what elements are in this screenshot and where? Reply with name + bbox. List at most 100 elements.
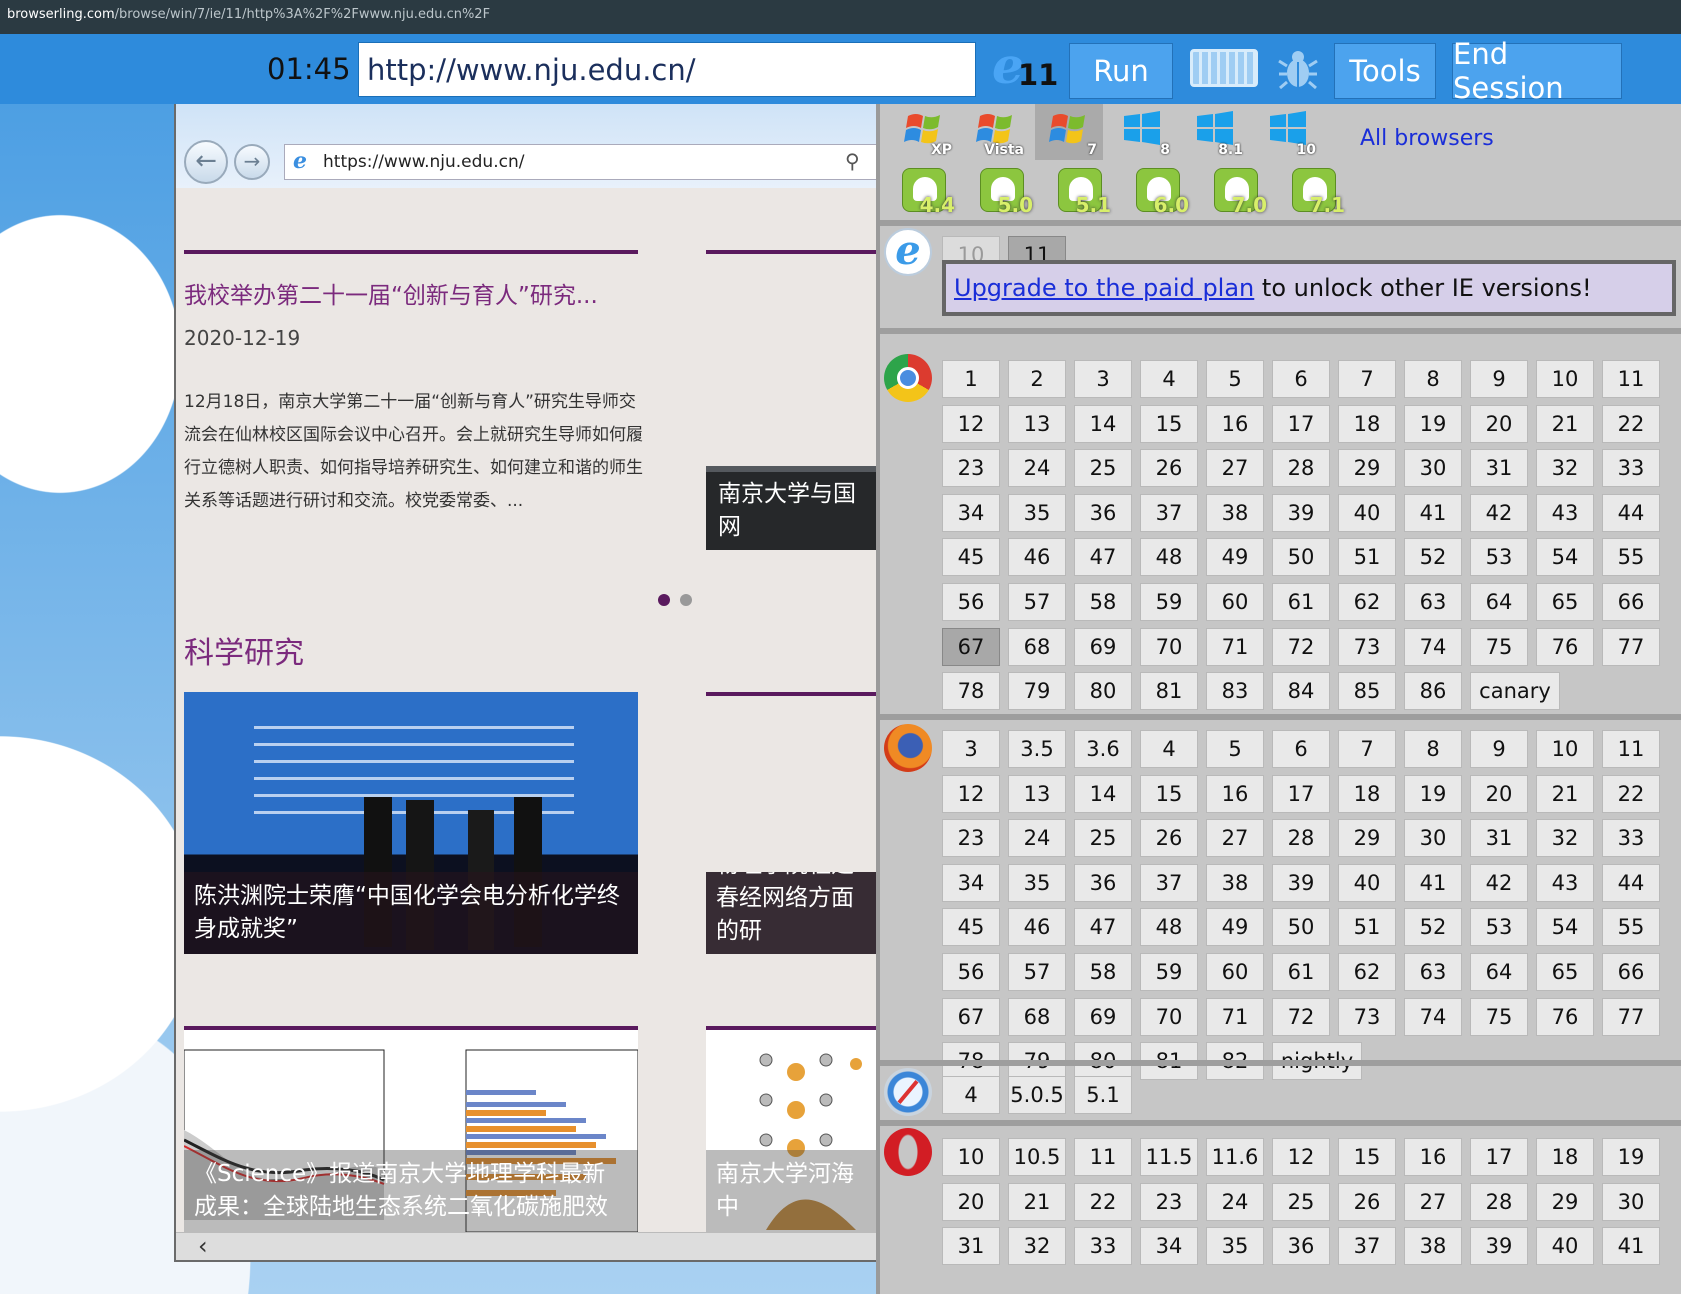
chrome-version-button[interactable]: 9	[1470, 360, 1528, 398]
android-option-5-1[interactable]: 5.1	[1058, 168, 1111, 217]
safari-version-button[interactable]: 5.0.5	[1008, 1076, 1066, 1114]
forward-icon[interactable]: →	[234, 144, 270, 180]
chrome-version-button[interactable]: 39	[1272, 493, 1330, 532]
chrome-version-button[interactable]: 22	[1602, 404, 1660, 443]
firefox-version-button[interactable]: 46	[1008, 908, 1066, 947]
os-option-7[interactable]: 7	[1035, 104, 1103, 160]
chrome-version-button[interactable]: 14	[1074, 404, 1132, 443]
firefox-version-button[interactable]: 7	[1338, 730, 1396, 768]
firefox-version-button[interactable]: 48	[1140, 908, 1198, 947]
chrome-version-button[interactable]: 32	[1536, 449, 1594, 488]
opera-version-button[interactable]: 21	[1008, 1182, 1066, 1221]
chrome-version-button[interactable]: 23	[942, 449, 1000, 488]
os-option-10[interactable]: 10	[1254, 104, 1322, 160]
chrome-version-button[interactable]: 41	[1404, 493, 1462, 532]
chrome-version-button[interactable]: 75	[1470, 627, 1528, 666]
opera-version-button[interactable]: 32	[1008, 1227, 1066, 1266]
chrome-version-button[interactable]: 55	[1602, 538, 1660, 577]
chrome-version-button[interactable]: 62	[1338, 583, 1396, 621]
os-option-vista[interactable]: Vista	[962, 104, 1030, 160]
chrome-version-button[interactable]: 30	[1404, 449, 1462, 488]
chrome-version-button[interactable]: 16	[1206, 404, 1264, 443]
chrome-version-button[interactable]: 2	[1008, 360, 1066, 398]
scroll-left-icon[interactable]: ‹	[198, 1232, 208, 1260]
chrome-version-button[interactable]: 42	[1470, 493, 1528, 532]
keyboard-icon[interactable]	[1190, 49, 1258, 87]
opera-version-button[interactable]: 18	[1536, 1138, 1594, 1176]
chrome-version-button[interactable]: 34	[942, 493, 1000, 532]
chrome-version-button[interactable]: 19	[1404, 404, 1462, 443]
firefox-version-button[interactable]: 71	[1206, 997, 1264, 1036]
chrome-version-button[interactable]: 57	[1008, 583, 1066, 621]
firefox-version-button[interactable]: 61	[1272, 953, 1330, 991]
chrome-version-button[interactable]: 4	[1140, 360, 1198, 398]
horizontal-scrollbar[interactable]: ‹	[176, 1232, 876, 1260]
chrome-version-button[interactable]: 51	[1338, 538, 1396, 577]
chrome-version-button[interactable]: 65	[1536, 583, 1594, 621]
opera-version-button[interactable]: 22	[1074, 1182, 1132, 1221]
chrome-version-button[interactable]: 44	[1602, 493, 1660, 532]
chrome-version-button[interactable]: 86	[1404, 672, 1462, 711]
opera-version-button[interactable]: 10	[942, 1138, 1000, 1176]
firefox-version-button[interactable]: 13	[1008, 774, 1066, 813]
chrome-version-button[interactable]: 15	[1140, 404, 1198, 443]
chrome-version-button[interactable]: 8	[1404, 360, 1462, 398]
firefox-version-button[interactable]: 37	[1140, 863, 1198, 902]
firefox-version-button[interactable]: 50	[1272, 908, 1330, 947]
firefox-version-button[interactable]: 19	[1404, 774, 1462, 813]
research-photo-1[interactable]: 陈洪渊院士荣膺“中国化学会电分析化学终身成就奖”	[184, 692, 638, 954]
android-option-6-0[interactable]: 6.0	[1136, 168, 1189, 217]
firefox-version-button[interactable]: 18	[1338, 774, 1396, 813]
end-session-button[interactable]: End Session	[1452, 37, 1622, 105]
chrome-version-button[interactable]: 28	[1272, 449, 1330, 488]
chrome-version-button[interactable]: 13	[1008, 404, 1066, 443]
chrome-version-button[interactable]: 1	[942, 360, 1000, 398]
opera-version-button[interactable]: 17	[1470, 1138, 1528, 1176]
chrome-version-button[interactable]: 63	[1404, 583, 1462, 621]
firefox-version-button[interactable]: 44	[1602, 863, 1660, 902]
chrome-version-button[interactable]: 20	[1470, 404, 1528, 443]
carousel-dot[interactable]	[680, 594, 692, 606]
firefox-version-button[interactable]: 20	[1470, 774, 1528, 813]
chrome-version-button[interactable]: 67	[942, 627, 1000, 666]
firefox-version-button[interactable]: 34	[942, 863, 1000, 902]
safari-version-button[interactable]: 5.1	[1074, 1076, 1132, 1114]
firefox-version-button[interactable]: 21	[1536, 774, 1594, 813]
chrome-version-button[interactable]: 33	[1602, 449, 1660, 488]
news-title[interactable]: 我校举办第二十一届“创新与育人”研究...	[184, 276, 598, 310]
chrome-version-button[interactable]: 12	[942, 404, 1000, 443]
firefox-version-button[interactable]: 8	[1404, 730, 1462, 768]
firefox-version-button[interactable]: 11	[1602, 730, 1660, 768]
firefox-version-button[interactable]: 63	[1404, 953, 1462, 991]
opera-version-button[interactable]: 38	[1404, 1227, 1462, 1266]
opera-version-button[interactable]: 16	[1404, 1138, 1462, 1176]
os-option-xp[interactable]: XP	[890, 104, 958, 160]
opera-version-button[interactable]: 30	[1602, 1182, 1660, 1221]
chrome-version-button[interactable]: canary	[1470, 672, 1560, 711]
firefox-version-button[interactable]: 62	[1338, 953, 1396, 991]
firefox-version-button[interactable]: 3.6	[1074, 730, 1132, 768]
firefox-version-button[interactable]: 25	[1074, 819, 1132, 858]
tools-button[interactable]: Tools	[1334, 43, 1436, 99]
firefox-version-button[interactable]: 36	[1074, 863, 1132, 902]
android-option-5-0[interactable]: 5.0	[980, 168, 1033, 217]
firefox-version-button[interactable]: 27	[1206, 819, 1264, 858]
chrome-version-button[interactable]: 84	[1272, 672, 1330, 711]
opera-version-button[interactable]: 27	[1404, 1182, 1462, 1221]
chrome-version-button[interactable]: 70	[1140, 627, 1198, 666]
chrome-version-button[interactable]: 58	[1074, 583, 1132, 621]
firefox-version-button[interactable]: 47	[1074, 908, 1132, 947]
firefox-version-button[interactable]: 58	[1074, 953, 1132, 991]
chrome-version-button[interactable]: 53	[1470, 538, 1528, 577]
chrome-version-button[interactable]: 56	[942, 583, 1000, 621]
opera-version-button[interactable]: 15	[1338, 1138, 1396, 1176]
chrome-version-button[interactable]: 64	[1470, 583, 1528, 621]
firefox-version-button[interactable]: 9	[1470, 730, 1528, 768]
opera-version-button[interactable]: 35	[1206, 1227, 1264, 1266]
opera-version-button[interactable]: 37	[1338, 1227, 1396, 1266]
firefox-version-button[interactable]: 42	[1470, 863, 1528, 902]
firefox-version-button[interactable]: 52	[1404, 908, 1462, 947]
opera-version-button[interactable]: 24	[1206, 1182, 1264, 1221]
chrome-version-button[interactable]: 45	[942, 538, 1000, 577]
chrome-version-button[interactable]: 77	[1602, 627, 1660, 666]
